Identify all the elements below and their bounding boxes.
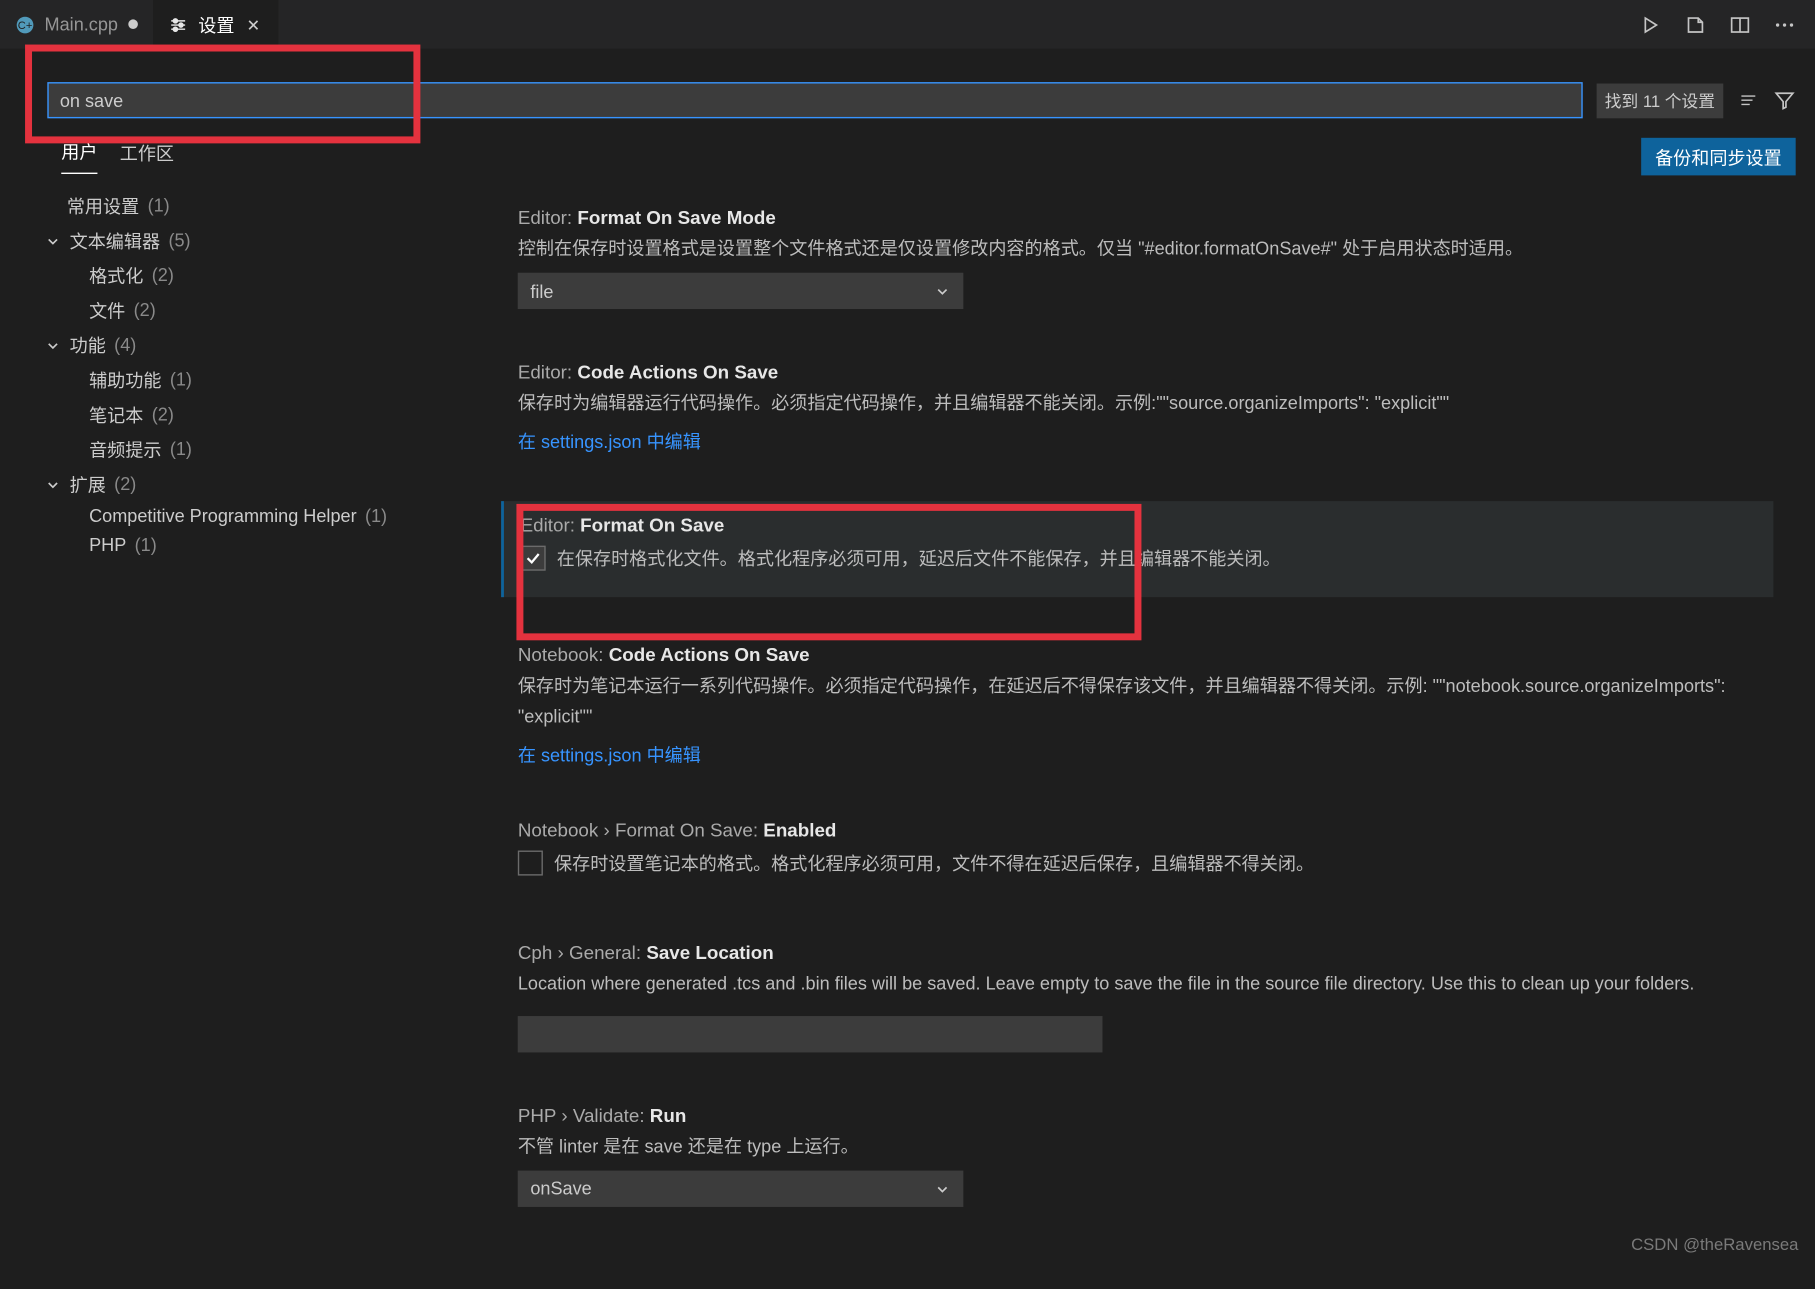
setting-desc: Location where generated .tcs and .bin f… xyxy=(518,968,1757,999)
setting-format-on-save-mode: Editor: Format On Save Mode 控制在保存时设置格式是设… xyxy=(501,202,1773,315)
chevron-down-icon xyxy=(45,475,64,492)
setting-format-on-save: Editor: Format On Save 在保存时格式化文件。格式化程序必须… xyxy=(501,501,1773,597)
tab-main-cpp[interactable]: C+ Main.cpp ● xyxy=(0,0,154,49)
tab-label: 设置 xyxy=(198,11,234,37)
setting-desc: 保存时为编辑器运行代码操作。必须指定代码操作，并且编辑器不能关闭。示例:""so… xyxy=(518,388,1757,419)
close-icon[interactable] xyxy=(243,13,265,35)
setting-notebook-code-actions: Notebook: Code Actions On Save 保存时为笔记本运行… xyxy=(501,639,1773,773)
tree-notebook[interactable]: 笔记本(2) xyxy=(0,397,490,432)
modified-dot-icon: ● xyxy=(126,13,139,35)
setting-title: Editor: Format On Save Mode xyxy=(518,207,1757,228)
setting-code-actions-on-save: Editor: Code Actions On Save 保存时为编辑器运行代码… xyxy=(501,356,1773,459)
split-editor-icon[interactable] xyxy=(1729,13,1751,35)
tree-text-editor[interactable]: 文本编辑器(5) xyxy=(0,223,490,258)
setting-title: PHP › Validate: Run xyxy=(518,1105,1757,1126)
checkbox-format-on-save[interactable] xyxy=(521,546,546,571)
setting-notebook-format-on-save: Notebook › Format On Save: Enabled 保存时设置… xyxy=(501,815,1773,894)
setting-php-validate-run: PHP › Validate: Run 不管 linter 是在 save 还是… xyxy=(501,1099,1773,1212)
setting-desc: 保存时设置笔记本的格式。格式化程序必须可用，文件不得在延迟后保存，且编辑器不得关… xyxy=(554,850,1314,881)
setting-title: Notebook › Format On Save: Enabled xyxy=(518,821,1757,842)
chevron-down-icon xyxy=(45,232,64,249)
settings-content: Editor: Format On Save Mode 控制在保存时设置格式是设… xyxy=(490,177,1815,1289)
tab-label: Main.cpp xyxy=(45,14,118,35)
input-save-location[interactable] xyxy=(518,1016,1103,1052)
editor-toolbar xyxy=(1640,13,1815,35)
check-icon xyxy=(523,549,542,568)
chevron-down-icon xyxy=(934,1180,951,1197)
setting-title: Cph › General: Save Location xyxy=(518,942,1757,963)
tree-php[interactable]: PHP(1) xyxy=(0,530,490,559)
setting-desc: 控制在保存时设置格式是设置整个文件格式还是仅设置修改内容的格式。仅当 "#edi… xyxy=(518,234,1757,265)
checkbox-notebook-format[interactable] xyxy=(518,851,543,876)
select-php-run[interactable]: onSave xyxy=(518,1170,963,1206)
open-json-icon[interactable] xyxy=(1684,13,1706,35)
scope-workspace[interactable]: 工作区 xyxy=(120,139,174,174)
tree-formatting[interactable]: 格式化(2) xyxy=(0,258,490,293)
tree-files[interactable]: 文件(2) xyxy=(0,292,490,327)
setting-desc: 保存时为笔记本运行一系列代码操作。必须指定代码操作，在延迟后不得保存该文件，并且… xyxy=(518,671,1757,733)
tab-settings[interactable]: 设置 xyxy=(154,0,279,49)
setting-title: Editor: Code Actions On Save xyxy=(518,362,1757,383)
tree-accessibility[interactable]: 辅助功能(1) xyxy=(0,362,490,397)
filter-icon[interactable] xyxy=(1773,89,1795,111)
settings-tree: 常用设置(1) 文本编辑器(5) 格式化(2) 文件(2) 功能(4) 辅助功能… xyxy=(0,177,490,1289)
setting-desc: 在保存时格式化文件。格式化程序必须可用，延迟后文件不能保存，并且编辑器不能关闭。 xyxy=(557,545,1281,576)
sync-settings-button[interactable]: 备份和同步设置 xyxy=(1641,137,1796,175)
setting-desc: 不管 linter 是在 save 还是在 type 上运行。 xyxy=(518,1131,1757,1162)
edit-in-json-link[interactable]: 在 settings.json 中编辑 xyxy=(518,432,701,453)
run-icon[interactable] xyxy=(1640,13,1662,35)
edit-in-json-link[interactable]: 在 settings.json 中编辑 xyxy=(518,745,701,766)
settings-search-input[interactable] xyxy=(47,82,1582,118)
tree-extensions[interactable]: 扩展(2) xyxy=(0,466,490,501)
chevron-down-icon xyxy=(934,283,951,300)
watermark: CSDN @theRavensea xyxy=(1631,1235,1798,1254)
tree-common[interactable]: 常用设置(1) xyxy=(0,188,490,223)
tab-bar: C+ Main.cpp ● 设置 xyxy=(0,0,1815,49)
setting-title: Editor: Format On Save xyxy=(521,515,1757,536)
chevron-down-icon xyxy=(45,336,64,353)
svg-text:C+: C+ xyxy=(18,20,33,32)
results-count: 找到 11 个设置 xyxy=(1596,83,1723,118)
setting-title: Notebook: Code Actions On Save xyxy=(518,645,1757,666)
tree-features[interactable]: 功能(4) xyxy=(0,327,490,362)
select-format-mode[interactable]: file xyxy=(518,273,963,309)
settings-icon xyxy=(168,13,190,35)
clear-filter-icon[interactable] xyxy=(1737,89,1759,111)
more-icon[interactable] xyxy=(1773,13,1795,35)
setting-cph-save-location: Cph › General: Save Location Location wh… xyxy=(501,936,1773,1057)
tree-audio[interactable]: 音频提示(1) xyxy=(0,432,490,467)
cpp-file-icon: C+ xyxy=(14,13,36,35)
tree-cph[interactable]: Competitive Programming Helper(1) xyxy=(0,501,490,530)
scope-user[interactable]: 用户 xyxy=(61,138,97,174)
